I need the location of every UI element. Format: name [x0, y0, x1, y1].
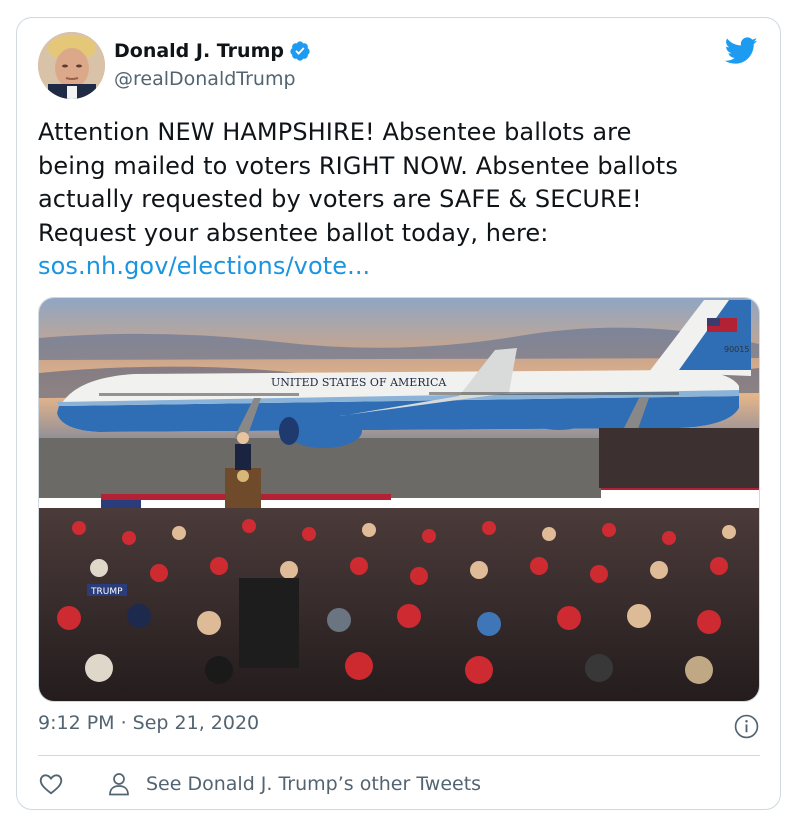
- tweet-text-line: actually requested by voters are SAFE & …: [38, 185, 642, 213]
- tweet-photo[interactable]: 90015 UNITED STATES OF AMERICA TRUMP: [38, 297, 760, 702]
- action-bar: See Donald J. Trump’s other Tweets: [38, 768, 760, 800]
- divider: [38, 755, 760, 756]
- twitter-bird-icon[interactable]: [725, 36, 758, 66]
- avatar[interactable]: [38, 32, 105, 99]
- see-other-tweets-label[interactable]: See Donald J. Trump’s other Tweets: [146, 773, 481, 795]
- see-other-tweets-link[interactable]: See Donald J. Trump’s other Tweets: [108, 768, 481, 800]
- person-icon: [109, 773, 129, 796]
- tweet-card: Donald J. Trump @realDonaldTrump Attenti…: [16, 17, 781, 810]
- tail-number: 90015: [724, 345, 749, 354]
- tweet-text: Attention NEW HAMPSHIRE! Absentee ballot…: [38, 116, 758, 284]
- verified-badge-icon: [290, 41, 310, 61]
- plane-lettering: UNITED STATES OF AMERICA: [271, 376, 447, 389]
- tweet-text-line: Request your absentee ballot today, here…: [38, 218, 549, 247]
- tweet-timestamp[interactable]: 9:12 PM · Sep 21, 2020: [38, 712, 259, 734]
- user-handle[interactable]: @realDonaldTrump: [114, 68, 296, 90]
- crowd-sign-text: TRUMP: [90, 587, 123, 597]
- tweet-text-line: being mailed to voters RIGHT NOW. Absent…: [38, 151, 678, 180]
- tweet-link[interactable]: sos.nh.gov/elections/vote...: [38, 250, 758, 284]
- heart-icon[interactable]: [38, 771, 64, 797]
- rally-photo: 90015 UNITED STATES OF AMERICA TRUMP: [39, 298, 759, 701]
- display-name[interactable]: Donald J. Trump: [114, 40, 284, 62]
- info-icon[interactable]: [734, 714, 759, 739]
- author-name-row[interactable]: Donald J. Trump: [114, 40, 311, 62]
- tweet-text-line: Attention NEW HAMPSHIRE! Absentee ballot…: [38, 118, 632, 146]
